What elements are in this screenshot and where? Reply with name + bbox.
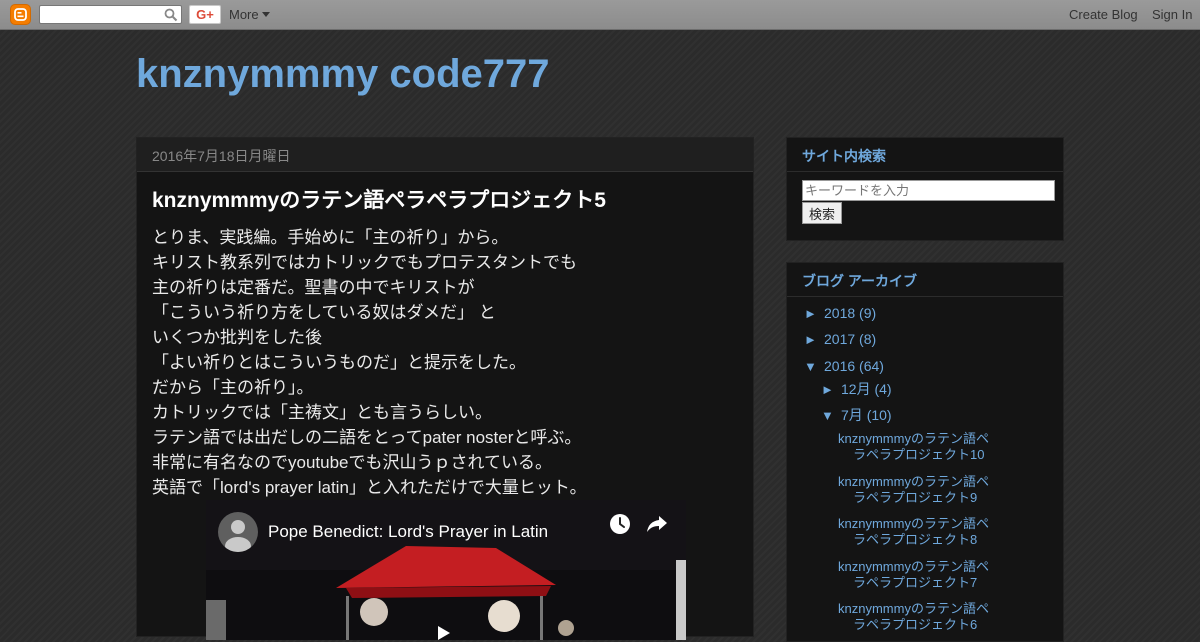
post-line: だから「主の祈り」。 xyxy=(152,378,314,397)
post-link-line[interactable]: ラペラプロジェクト10 xyxy=(838,447,1013,463)
youtube-video-embed[interactable]: Pope Benedict: Lord's Prayer in Latin xyxy=(206,500,686,640)
post-link-line[interactable]: ラペラプロジェクト9 xyxy=(838,490,1013,506)
archive-year-link[interactable]: 2018 xyxy=(824,305,855,321)
archive-month-december[interactable]: ► 12月 (4) xyxy=(821,381,892,398)
archive-count: (4) xyxy=(874,381,892,397)
post-line: ラテン語では出だしの二語をとってpater nosterと呼ぶ。 xyxy=(152,428,582,447)
archive-year-2016[interactable]: ▼ 2016 (64) xyxy=(804,358,884,375)
archive-post-link[interactable]: knznymmmyのラテン語ペ ラペラプロジェクト6 xyxy=(838,601,1013,633)
post-title[interactable]: knznymmmyのラテン語ペラペラプロジェクト5 xyxy=(152,184,606,214)
search-icon[interactable] xyxy=(164,8,178,22)
post-link-line[interactable]: knznymmmyのラテン語ペ xyxy=(838,431,989,446)
archive-month-link[interactable]: 12月 xyxy=(841,381,871,397)
post-line: キリスト教系列ではカトリックでもプロテスタントでも xyxy=(152,253,577,272)
post-line: いくつか批判をした後 xyxy=(152,328,322,347)
archive-post-link[interactable]: knznymmmyのラテン語ペ ラペラプロジェクト7 xyxy=(838,559,1013,591)
create-blog-link[interactable]: Create Blog xyxy=(1069,7,1138,22)
blog-archive-widget: ブログ アーカイブ ► 2018 (9) ► 2017 (8) ▼ 2016 (64)… xyxy=(786,262,1064,642)
post-body: とりま、実践編。手始めに「主の祈り」から。 キリスト教系列ではカトリックでもプロ… xyxy=(152,225,742,500)
sign-in-link[interactable]: Sign In xyxy=(1152,7,1192,22)
archive-count: (9) xyxy=(859,305,877,321)
post-line: カトリックでは「主祷文」とも言うらしい。 xyxy=(152,403,492,422)
archive-year-link[interactable]: 2016 xyxy=(824,358,855,374)
widget-divider xyxy=(787,296,1063,297)
archive-post-link[interactable]: knznymmmyのラテン語ペ ラペラプロジェクト9 xyxy=(838,474,1013,506)
archive-month-july[interactable]: ▼ 7月 (10) xyxy=(821,407,892,424)
blogger-navbar: G+ More Create Blog Sign In xyxy=(0,0,1200,30)
site-search-widget: サイト内検索 検索 xyxy=(786,137,1064,241)
archive-count: (8) xyxy=(859,331,877,347)
more-label: More xyxy=(229,7,259,22)
channel-avatar-icon[interactable] xyxy=(218,512,258,552)
post-line: 「よい祈りとはこういうものだ」と提示をした。 xyxy=(152,353,526,372)
post-link-line[interactable]: knznymmmyのラテン語ペ xyxy=(838,516,989,531)
post-line: 英語で「lord's prayer latin」と入れただけで大量ヒット。 xyxy=(152,478,587,497)
collapse-arrow-icon[interactable]: ▼ xyxy=(804,358,824,375)
search-button[interactable]: 検索 xyxy=(802,202,843,224)
archive-year-2017[interactable]: ► 2017 (8) xyxy=(804,331,876,348)
blog-title[interactable]: knznymmmy code777 xyxy=(136,50,550,98)
site-search-input[interactable] xyxy=(802,180,1055,201)
post-link-line[interactable]: knznymmmyのラテン語ペ xyxy=(838,474,989,489)
post-link-line[interactable]: knznymmmyのラテン語ペ xyxy=(838,601,989,616)
archive-year-link[interactable]: 2017 xyxy=(824,331,855,347)
google-plus-button[interactable]: G+ xyxy=(189,5,221,24)
archive-post-link[interactable]: knznymmmyのラテン語ペ ラペラプロジェクト8 xyxy=(838,516,1013,548)
post-line: 非常に有名なのでyoutubeでも沢山うｐされている。 xyxy=(152,453,552,472)
expand-arrow-icon[interactable]: ► xyxy=(821,381,841,398)
post-link-line[interactable]: ラペラプロジェクト8 xyxy=(838,532,1013,548)
expand-arrow-icon[interactable]: ► xyxy=(804,305,824,322)
expand-arrow-icon[interactable]: ► xyxy=(804,331,824,348)
post-link-line[interactable]: knznymmmyのラテン語ペ xyxy=(838,559,989,574)
post-line: 「こういう祈り方をしている奴はダメだ」 と xyxy=(152,303,496,322)
blogger-logo-icon[interactable] xyxy=(10,4,31,25)
clock-icon[interactable] xyxy=(609,513,631,535)
chevron-down-icon xyxy=(261,12,270,17)
navbar-search-input[interactable] xyxy=(39,5,182,24)
share-icon[interactable] xyxy=(646,513,668,535)
blog-archive-title: ブログ アーカイブ xyxy=(802,273,918,289)
more-menu[interactable]: More xyxy=(229,7,270,22)
main-column: 2016年7月18日月曜日 knznymmmyのラテン語ペラペラプロジェクト5 … xyxy=(136,137,754,640)
post-line: 主の祈りは定番だ。聖書の中でキリストが xyxy=(152,278,475,297)
archive-count: (10) xyxy=(866,407,892,423)
archive-year-2018[interactable]: ► 2018 (9) xyxy=(804,305,876,322)
archive-month-link[interactable]: 7月 xyxy=(841,407,863,423)
widget-divider xyxy=(787,171,1063,172)
post-link-line[interactable]: ラペラプロジェクト6 xyxy=(838,617,1013,633)
date-header-bar: 2016年7月18日月曜日 xyxy=(137,138,753,172)
post-line: とりま、実践編。手始めに「主の祈り」から。 xyxy=(152,228,509,247)
video-title[interactable]: Pope Benedict: Lord's Prayer in Latin xyxy=(268,522,548,542)
post-link-line[interactable]: ラペラプロジェクト7 xyxy=(838,575,1013,591)
site-search-title: サイト内検索 xyxy=(802,148,886,164)
archive-post-link[interactable]: knznymmmyのラテン語ペ ラペラプロジェクト10 xyxy=(838,431,1013,463)
archive-count: (64) xyxy=(859,358,884,374)
post-date: 2016年7月18日月曜日 xyxy=(152,148,291,164)
collapse-arrow-icon[interactable]: ▼ xyxy=(821,407,841,424)
